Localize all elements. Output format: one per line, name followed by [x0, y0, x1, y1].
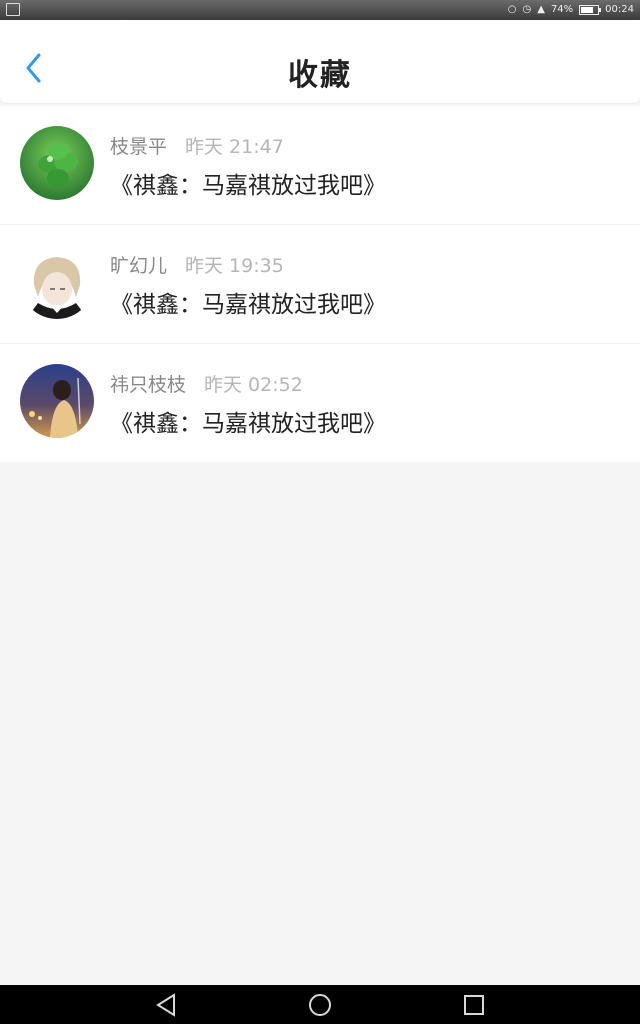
- favorites-list: 枝景平 昨天 21:47 《祺鑫：马嘉祺放过我吧》 旷幻儿 昨天 19:35 《…: [0, 106, 640, 462]
- circle-home-icon: [309, 994, 331, 1016]
- timestamp: 昨天 19:35: [185, 255, 284, 277]
- avatar[interactable]: [20, 126, 94, 200]
- user-name[interactable]: 枝景平: [110, 132, 167, 159]
- story-title[interactable]: 《祺鑫：马嘉祺放过我吧》: [110, 404, 386, 438]
- battery-icon: [579, 5, 602, 15]
- user-name[interactable]: 旷幻儿: [110, 251, 167, 278]
- list-item[interactable]: 祎只枝枝 昨天 02:52 《祺鑫：马嘉祺放过我吧》: [0, 343, 640, 462]
- list-item[interactable]: 旷幻儿 昨天 19:35 《祺鑫：马嘉祺放过我吧》: [0, 224, 640, 343]
- wifi-icon: ▲: [537, 4, 545, 15]
- list-item[interactable]: 枝景平 昨天 21:47 《祺鑫：马嘉祺放过我吧》: [0, 106, 640, 224]
- meta-row: 枝景平 昨天 21:47: [110, 132, 284, 159]
- meta-row: 旷幻儿 昨天 19:35: [110, 251, 284, 278]
- nav-back-button[interactable]: [152, 991, 180, 1019]
- navigation-bar: [0, 985, 640, 1024]
- gallery-notification-icon: [6, 3, 20, 16]
- photo-avatar-icon: [20, 364, 94, 438]
- header: 收藏: [0, 20, 640, 104]
- anime-avatar-icon: [20, 245, 94, 319]
- clock: 00:24: [605, 4, 634, 15]
- meta-row: 祎只枝枝 昨天 02:52: [110, 370, 303, 397]
- alarm-icon: ◷: [522, 4, 532, 15]
- avatar[interactable]: [20, 245, 94, 319]
- status-bar: ○ ◷ ▲ 74% 00:24: [0, 0, 640, 20]
- timestamp: 昨天 02:52: [204, 374, 303, 396]
- user-name[interactable]: 祎只枝枝: [110, 370, 186, 397]
- story-title[interactable]: 《祺鑫：马嘉祺放过我吧》: [110, 285, 386, 319]
- clover-avatar-icon: [20, 126, 94, 200]
- nav-recents-button[interactable]: [460, 991, 488, 1019]
- timestamp: 昨天 21:47: [185, 136, 284, 158]
- silent-icon: ○: [507, 4, 517, 15]
- status-icons: ○ ◷ ▲ 74% 00:24: [508, 3, 634, 17]
- square-recents-icon: [464, 995, 484, 1015]
- avatar[interactable]: [20, 364, 94, 438]
- nav-home-button[interactable]: [306, 991, 334, 1019]
- battery-percent: 74%: [550, 4, 574, 15]
- story-title[interactable]: 《祺鑫：马嘉祺放过我吧》: [110, 166, 386, 200]
- page-title: 收藏: [288, 58, 352, 93]
- triangle-back-icon: [156, 993, 175, 1017]
